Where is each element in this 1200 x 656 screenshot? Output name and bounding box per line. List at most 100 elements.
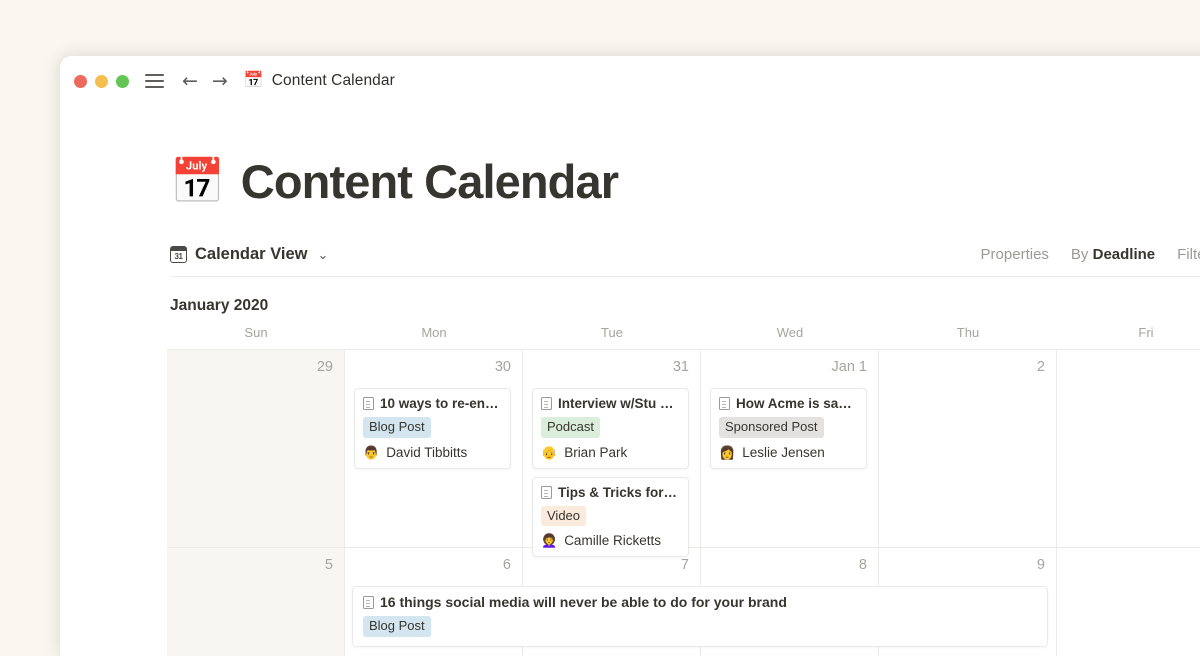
- day-number: 5: [324, 557, 333, 573]
- day-number: 29: [316, 359, 333, 375]
- day-of-week-header: Sun: [244, 324, 268, 340]
- day-number: 31: [672, 359, 689, 375]
- assignee-name: Brian Park: [564, 444, 628, 460]
- event-type-tag: Podcast: [541, 417, 600, 438]
- document-icon: [541, 397, 552, 410]
- event-assignee-row: 👴 Brian Park: [541, 445, 680, 460]
- day-number: Jan 1: [831, 359, 867, 375]
- event-card-title-row: 16 things social media will never be abl…: [363, 594, 1037, 610]
- event-card-title: Tips & Tricks for A...: [558, 484, 680, 500]
- zoom-window-button[interactable]: [116, 74, 129, 88]
- document-icon: [363, 595, 374, 609]
- event-tag-row: Podcast: [541, 411, 680, 438]
- day-number: 6: [502, 557, 511, 573]
- page-calendar-emoji-icon[interactable]: 📅: [170, 159, 225, 204]
- calendar-day-cell[interactable]: 2: [879, 350, 1057, 547]
- day-number: 8: [858, 557, 867, 573]
- calendar-day-cell[interactable]: Jan 1 How Acme is savin... Sponsored Post 👩…: [701, 350, 879, 547]
- day-number: 9: [1036, 557, 1045, 573]
- calendar-grid: Sun Mon Tue Wed Thu Fri 29 30 10 ways to re-eng…: [167, 315, 1200, 656]
- window-titlebar: ← → 📅 Content Calendar: [60, 56, 1200, 106]
- properties-button[interactable]: Properties: [981, 246, 1049, 263]
- calendar-day-cell[interactable]: [1057, 350, 1200, 547]
- multi-day-event-card[interactable]: 16 things social media will never be abl…: [352, 586, 1048, 647]
- event-card[interactable]: How Acme is savin... Sponsored Post 👩 Lesli…: [710, 388, 867, 469]
- calendar-day-cell[interactable]: [1057, 548, 1200, 656]
- page-title[interactable]: Content Calendar: [241, 154, 619, 209]
- chevron-down-icon: ⌄: [317, 246, 329, 262]
- back-arrow-icon[interactable]: ←: [182, 71, 198, 91]
- avatar: 👩‍🦱: [541, 533, 558, 549]
- day-card-list: 10 ways to re-eng... Blog Post 👨 David Tibb…: [354, 388, 511, 469]
- event-card-title-row: How Acme is savin...: [719, 396, 858, 411]
- day-number: 2: [1036, 359, 1045, 375]
- minimize-window-button[interactable]: [95, 74, 108, 88]
- app-window: ← → 📅 Content Calendar 📅 Content Calenda…: [60, 56, 1200, 656]
- assignee-name: Camille Ricketts: [564, 533, 661, 549]
- day-of-week-header: Thu: [956, 324, 980, 340]
- event-card-title: 10 ways to re-eng...: [380, 396, 502, 411]
- event-type-tag: Video: [541, 505, 587, 527]
- event-type-tag: Blog Post: [363, 616, 431, 637]
- forward-arrow-icon[interactable]: →: [212, 71, 228, 91]
- view-toolbar: 31 Calendar View ⌄ Properties By Deadlin…: [170, 245, 1200, 277]
- day-card-list: How Acme is savin... Sponsored Post 👩 Lesli…: [710, 388, 867, 469]
- calendar-day-cell[interactable]: 29: [167, 350, 345, 547]
- event-type-tag: Sponsored Post: [719, 417, 824, 438]
- day-of-week-header: Fri: [1138, 324, 1154, 340]
- event-tag-row: Sponsored Post: [719, 411, 858, 438]
- traffic-lights: [74, 74, 129, 88]
- close-window-button[interactable]: [74, 74, 87, 88]
- calendar-week-row: 5 6 7 8 9 16 things social media will never b…: [167, 548, 1200, 656]
- avatar: 👨: [363, 444, 380, 460]
- day-number: 30: [494, 359, 511, 375]
- event-card[interactable]: Interview w/Stu C... Podcast 👴 Brian Park: [532, 388, 689, 469]
- day-number: [1066, 557, 1200, 577]
- day-of-week-header: Mon: [421, 324, 447, 340]
- page-header: 📅 Content Calendar: [60, 106, 1200, 209]
- day-of-week-header-row: Sun Mon Tue Wed Thu Fri: [167, 315, 1200, 349]
- view-name-label: Calendar View: [195, 245, 308, 263]
- calendar-day-cell[interactable]: 31 Interview w/Stu C... Podcast 👴 Brian Park…: [523, 350, 701, 558]
- event-card-title: Interview w/Stu C...: [558, 396, 680, 411]
- document-icon: [719, 397, 730, 410]
- calendar-weeks: 29 30 10 ways to re-eng... Blog Post 👨 David …: [167, 349, 1200, 656]
- avatar: 👩: [719, 444, 736, 460]
- calendar-week-row: 29 30 10 ways to re-eng... Blog Post 👨 David …: [167, 350, 1200, 558]
- event-assignee-row: 👨 David Tibbitts: [363, 445, 502, 460]
- document-icon: [541, 485, 552, 499]
- event-tag-row: Video: [541, 500, 680, 527]
- sidebar-toggle-icon[interactable]: [145, 74, 164, 88]
- event-card-title-row: 10 ways to re-eng...: [363, 396, 502, 411]
- breadcrumb[interactable]: Content Calendar: [272, 72, 395, 90]
- event-assignee-row: 👩‍🦱 Camille Ricketts: [541, 533, 680, 548]
- day-number: 7: [680, 557, 689, 573]
- event-card-title: How Acme is savin...: [736, 396, 858, 411]
- sort-by-button[interactable]: By Deadline: [1071, 246, 1155, 263]
- event-assignee-row: 👩 Leslie Jensen: [719, 445, 858, 460]
- event-tag-row: Blog Post: [363, 411, 502, 438]
- event-card-title-row: Interview w/Stu C...: [541, 396, 680, 411]
- avatar: 👴: [541, 444, 558, 460]
- calendar-day-cell[interactable]: 5: [167, 548, 345, 656]
- event-card[interactable]: 10 ways to re-eng... Blog Post 👨 David Tibb…: [354, 388, 511, 469]
- document-icon: [363, 397, 374, 410]
- calendar-view-icon: 31: [170, 246, 187, 263]
- view-selector[interactable]: 31 Calendar View ⌄: [170, 245, 328, 264]
- calendar-day-cell[interactable]: 30 10 ways to re-eng... Blog Post 👨 David Ti…: [345, 350, 523, 547]
- day-of-week-header: Tue: [601, 324, 623, 340]
- day-card-list: Interview w/Stu C... Podcast 👴 Brian Park Ti…: [532, 388, 689, 558]
- calendar-month-label: January 2020: [170, 297, 269, 314]
- page-content: 📅 Content Calendar 31 Calendar View ⌄ Pr…: [60, 106, 1200, 656]
- event-card[interactable]: Tips & Tricks for A... Video 👩‍🦱 Camille Ri…: [532, 476, 689, 558]
- event-card-title-row: Tips & Tricks for A...: [541, 485, 680, 500]
- calendar-emoji-icon: 📅: [243, 72, 264, 89]
- day-number: [1066, 359, 1200, 379]
- filter-button[interactable]: Filter: [1177, 246, 1200, 263]
- event-tag-row: Blog Post: [363, 610, 1037, 637]
- assignee-name: Leslie Jensen: [742, 444, 825, 460]
- view-toolbar-actions: Properties By Deadline Filter Sort: [981, 246, 1200, 263]
- assignee-name: David Tibbitts: [386, 444, 468, 460]
- day-of-week-header: Wed: [776, 324, 804, 340]
- event-card-title: 16 things social media will never be abl…: [380, 594, 787, 610]
